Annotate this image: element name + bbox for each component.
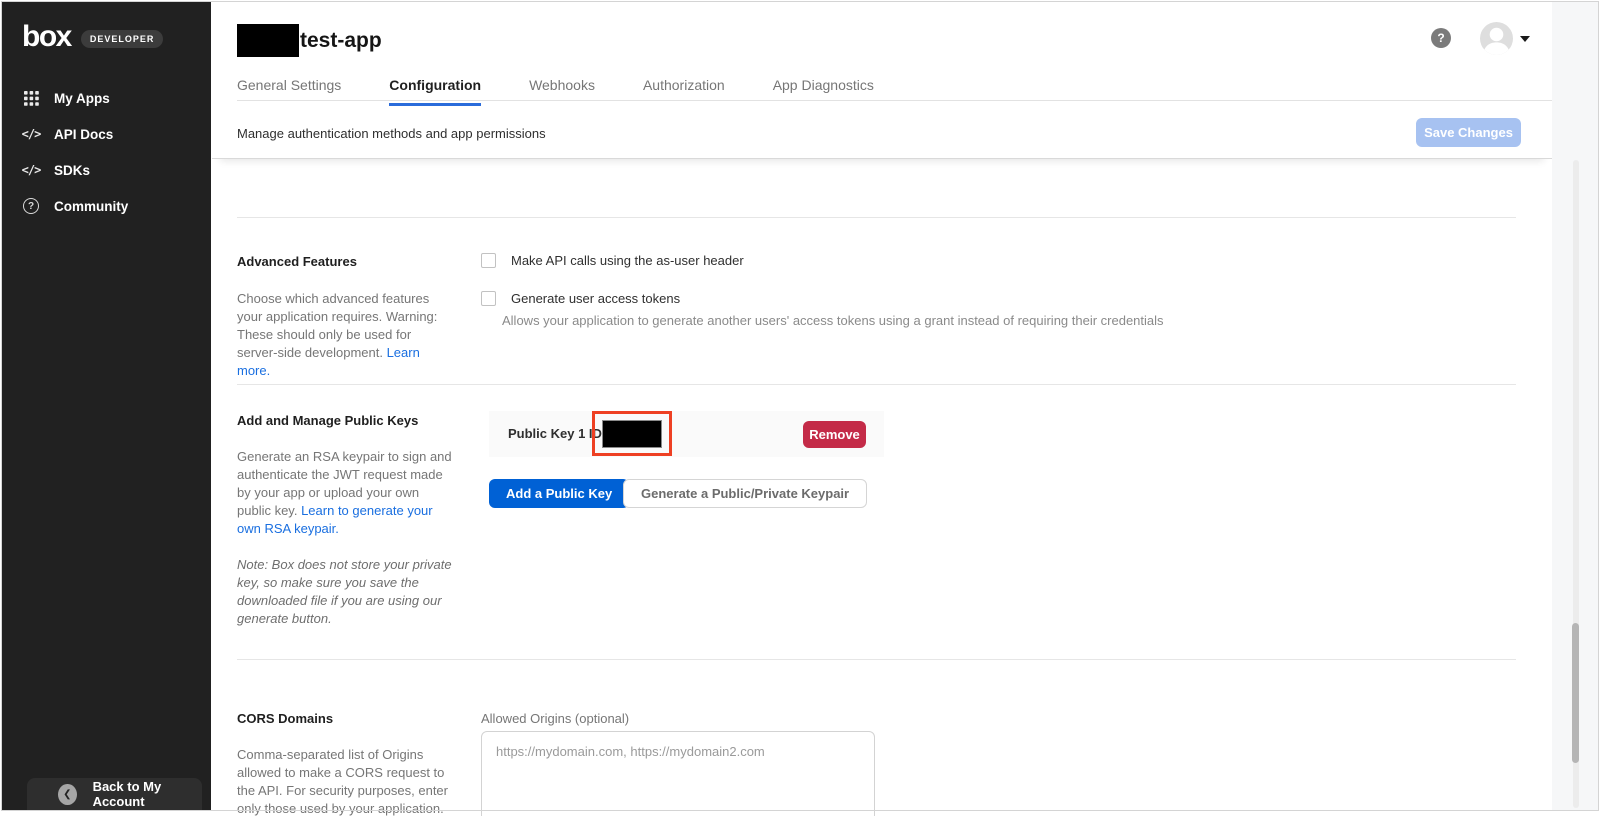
tab-app-diagnostics[interactable]: App Diagnostics (773, 77, 874, 106)
section-description: Comma-separated list of Origins allowed … (237, 746, 459, 816)
advanced-features-section-intro: Advanced Features Choose which advanced … (237, 254, 453, 380)
question-circle-icon: ? (22, 197, 40, 215)
allowed-origins-input[interactable] (481, 731, 875, 816)
code-icon: </> (22, 125, 40, 143)
sidebar-item-label: My Apps (54, 91, 110, 106)
public-keys-section-intro: Add and Manage Public Keys Generate an R… (237, 413, 455, 628)
user-access-tokens-option[interactable]: Generate user access tokens (481, 291, 680, 306)
section-description: Generate an RSA keypair to sign and auth… (237, 448, 455, 538)
sidebar-item-api-docs[interactable]: </> API Docs (2, 116, 211, 152)
grid-icon (22, 89, 40, 107)
scrollbar-thumb[interactable] (1572, 623, 1579, 763)
page-title: test-app (237, 24, 382, 57)
cors-section-intro: CORS Domains Comma-separated list of Ori… (237, 711, 459, 816)
section-divider (237, 384, 1516, 385)
tab-authorization[interactable]: Authorization (643, 77, 725, 106)
screenshot-frame (1, 1, 1599, 811)
redacted-public-key-id (602, 420, 662, 448)
box-developer-console: box DEVELOPER My Apps </> API Docs </> (0, 0, 1600, 816)
avatar (1480, 22, 1513, 55)
sidebar-item-community[interactable]: ? Community (2, 188, 211, 224)
checkbox-label: Generate user access tokens (511, 291, 680, 306)
section-title: CORS Domains (237, 711, 459, 726)
tab-general-settings[interactable]: General Settings (237, 77, 341, 106)
user-access-tokens-description: Allows your application to generate anot… (502, 313, 1164, 328)
sidebar: box DEVELOPER My Apps </> API Docs </> (2, 2, 211, 810)
user-access-tokens-checkbox[interactable] (481, 291, 496, 306)
checkbox-label: Make API calls using the as-user header (511, 253, 744, 268)
as-user-header-option[interactable]: Make API calls using the as-user header (481, 253, 744, 268)
sidebar-item-label: API Docs (54, 127, 113, 142)
generate-keypair-button[interactable]: Generate a Public/Private Keypair (623, 479, 867, 508)
as-user-header-checkbox[interactable] (481, 253, 496, 268)
developer-badge: DEVELOPER (81, 30, 164, 48)
tabs-divider (237, 100, 1552, 101)
redaction-annotation-box (592, 411, 672, 456)
section-description: Choose which advanced features your appl… (237, 290, 453, 380)
app-title-text: test-app (300, 29, 382, 53)
sidebar-item-label: SDKs (54, 163, 90, 178)
box-logo: box (22, 22, 71, 52)
sidebar-item-sdks[interactable]: </> SDKs (2, 152, 211, 188)
toolbar-divider (212, 130, 1552, 159)
back-to-account-label: Back to My Account (93, 779, 202, 809)
section-title: Advanced Features (237, 254, 453, 269)
add-public-key-button[interactable]: Add a Public Key (489, 479, 629, 508)
tab-configuration[interactable]: Configuration (389, 77, 481, 106)
sidebar-nav: My Apps </> API Docs </> SDKs ? Communit… (2, 80, 211, 224)
section-title: Add and Manage Public Keys (237, 413, 455, 428)
logo[interactable]: box DEVELOPER (2, 2, 211, 52)
account-menu[interactable] (1480, 22, 1530, 55)
chevron-left-icon: ❮ (58, 784, 77, 805)
public-key-row: Public Key 1 ID Remove (489, 411, 884, 457)
private-key-note: Note: Box does not store your private ke… (237, 556, 455, 628)
redacted-app-name-prefix (237, 24, 299, 57)
section-divider (237, 217, 1516, 218)
chevron-down-icon (1520, 36, 1530, 42)
allowed-origins-label: Allowed Origins (optional) (481, 711, 629, 726)
back-to-account-button[interactable]: ❮ Back to My Account (27, 778, 202, 810)
sidebar-item-my-apps[interactable]: My Apps (2, 80, 211, 116)
remove-key-button[interactable]: Remove (803, 421, 866, 448)
section-divider (237, 659, 1516, 660)
help-icon[interactable]: ? (1431, 28, 1451, 48)
sidebar-item-label: Community (54, 199, 128, 214)
tab-bar: General Settings Configuration Webhooks … (237, 77, 922, 106)
tab-webhooks[interactable]: Webhooks (529, 77, 595, 106)
public-key-id-label: Public Key 1 ID (508, 426, 602, 441)
code-icon: </> (22, 161, 40, 179)
